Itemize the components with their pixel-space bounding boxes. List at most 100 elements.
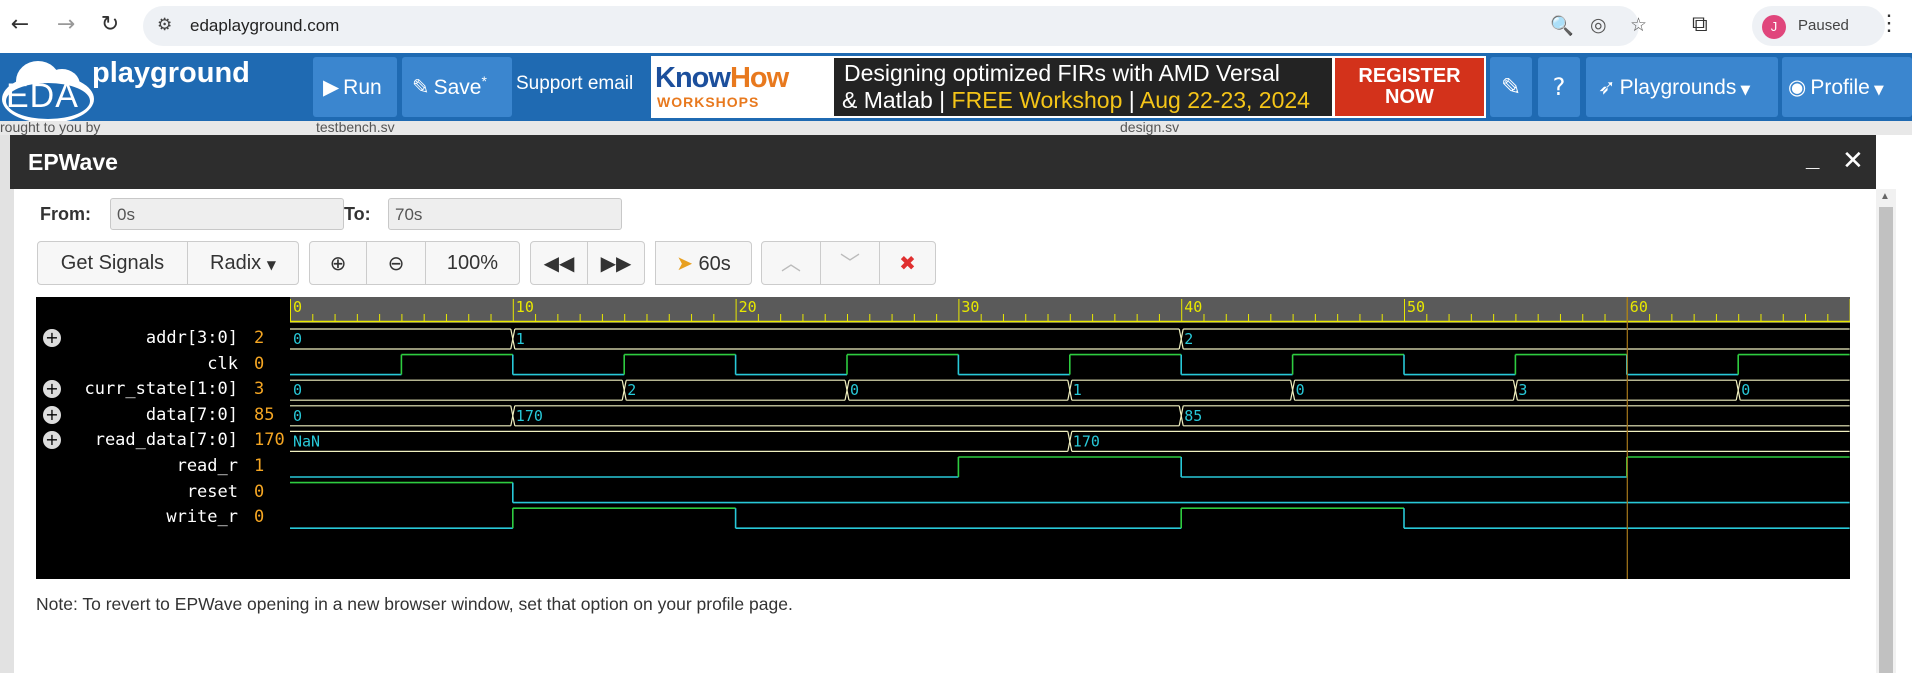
signal-row[interactable]: + data[7:0] 85 bbox=[36, 402, 290, 428]
close-icon[interactable]: ✕ bbox=[1842, 145, 1864, 176]
ruler-tick-label: 20 bbox=[739, 298, 757, 316]
back-icon[interactable]: ← bbox=[6, 10, 34, 40]
url-text[interactable]: edaplayground.com bbox=[190, 16, 339, 36]
expand-plus-icon[interactable]: + bbox=[43, 405, 61, 424]
run-button[interactable]: ▶ Run bbox=[313, 57, 397, 117]
run-label: Run bbox=[343, 76, 382, 99]
edit-icon[interactable]: ✎ bbox=[1490, 57, 1532, 117]
forward-icon: ▶▶ bbox=[600, 251, 632, 275]
signal-name[interactable]: write_r bbox=[166, 507, 238, 527]
signal-name[interactable]: curr_state[1:0] bbox=[84, 379, 238, 399]
signal-name[interactable]: clk bbox=[207, 354, 238, 374]
close-icon: ✖ bbox=[899, 251, 916, 275]
site-info-icon[interactable]: ⚙ bbox=[157, 15, 172, 35]
bus-value-label: 2 bbox=[627, 381, 636, 399]
reload-icon[interactable]: ↻ bbox=[96, 10, 124, 40]
signal-value: 85 bbox=[254, 404, 275, 425]
backward-icon: ◀◀ bbox=[543, 251, 575, 275]
help-icon[interactable]: ? bbox=[1538, 57, 1580, 117]
zoom-out-button[interactable]: ⊖ bbox=[366, 241, 426, 285]
bus-value-label: 170 bbox=[1073, 432, 1100, 450]
save-button[interactable]: ✎ Save* bbox=[402, 57, 512, 117]
rocket-icon: ➶ bbox=[1598, 75, 1616, 99]
banner-line2-d: Aug 22-23, 2024 bbox=[1139, 87, 1310, 113]
extensions-icon[interactable]: ⧉ bbox=[1692, 12, 1708, 37]
signal-row[interactable]: read_r 1 bbox=[36, 453, 290, 479]
bus-value-label: 1 bbox=[1073, 381, 1082, 399]
zoom-icon[interactable]: 🔍 bbox=[1550, 14, 1574, 37]
zoom-out-icon: ⊖ bbox=[387, 251, 405, 275]
expand-plus-icon[interactable]: + bbox=[43, 431, 61, 450]
bus-value-label: 0 bbox=[293, 407, 302, 425]
remove-signal-button[interactable]: ✖ bbox=[879, 241, 936, 285]
scrollbar[interactable]: ▲ bbox=[1876, 189, 1896, 673]
playgrounds-menu[interactable]: ➶ Playgrounds ▼ bbox=[1586, 57, 1778, 117]
signal-value: 0 bbox=[254, 481, 265, 502]
banner-line2-c: | bbox=[1122, 87, 1140, 113]
bus-value-label: 0 bbox=[293, 330, 302, 348]
prev-edge-button[interactable]: ◀◀ bbox=[530, 241, 588, 285]
banner-line1: Designing optimized FIRs with AMD Versal bbox=[844, 60, 1280, 86]
signal-row[interactable]: + curr_state[1:0] 3 bbox=[36, 376, 290, 402]
avatar: J bbox=[1762, 15, 1786, 39]
expand-plus-icon[interactable]: + bbox=[43, 329, 61, 347]
background-left-edge bbox=[0, 135, 14, 673]
eye-off-icon[interactable]: ◎ bbox=[1590, 14, 1607, 36]
radix-dropdown[interactable]: Radix ▼ bbox=[187, 241, 299, 285]
profile-chip[interactable]: J Paused bbox=[1752, 6, 1885, 46]
waveform-viewer[interactable]: + addr[3:0] 2 clk 0 + curr_state[1:0] 3 + data[7:… bbox=[36, 297, 1850, 579]
signal-row[interactable]: + read_data[7:0] 170 bbox=[36, 427, 290, 453]
next-edge-button[interactable]: ▶▶ bbox=[587, 241, 645, 285]
ruler-tick-label: 50 bbox=[1407, 298, 1425, 316]
profile-status: Paused bbox=[1798, 17, 1849, 34]
to-label: To: bbox=[344, 204, 371, 224]
bus-value-label: 2 bbox=[1184, 330, 1193, 348]
support-email-link[interactable]: Support email bbox=[516, 73, 648, 95]
forward-icon[interactable]: → bbox=[52, 10, 80, 40]
ad-banner[interactable]: KnowHow WORKSHOPS Designing optimized FI… bbox=[651, 56, 1486, 118]
to-input[interactable]: 70s bbox=[388, 198, 622, 230]
cursor-time-button[interactable]: ➤ 60s bbox=[655, 241, 752, 285]
bus-value-label: 170 bbox=[516, 407, 543, 425]
signal-name[interactable]: read_data[7:0] bbox=[95, 430, 238, 450]
signal-row[interactable]: + addr[3:0] 2 bbox=[36, 325, 290, 351]
ruler-tick-label: 60 bbox=[1630, 298, 1648, 316]
register-now-button[interactable]: REGISTER NOW bbox=[1335, 58, 1484, 116]
expand-plus-icon[interactable]: + bbox=[43, 380, 61, 399]
brand-know: Know bbox=[655, 62, 731, 94]
tab-design: design.sv bbox=[1120, 121, 1180, 135]
move-down-button[interactable]: ﹀ bbox=[820, 241, 880, 285]
waveform-canvas[interactable]: 0 10 20 30 40 50 600 1 20 2 0 1 0 3 00 170 85NaN 170 bbox=[290, 297, 1850, 579]
zoom-in-button[interactable]: ⊕ bbox=[309, 241, 367, 285]
signal-row[interactable]: reset 0 bbox=[36, 479, 290, 505]
scrollbar-thumb[interactable] bbox=[1879, 207, 1893, 673]
address-bar[interactable]: ⚙ edaplayground.com 🔍 ◎ ☆ bbox=[143, 6, 1647, 46]
signal-name[interactable]: data[7:0] bbox=[146, 405, 238, 425]
scroll-up-icon[interactable]: ▲ bbox=[1880, 191, 1890, 202]
from-input[interactable]: 0s bbox=[110, 198, 344, 230]
zoom-level-button[interactable]: 100% bbox=[425, 241, 520, 285]
banner-brand-sub: WORKSHOPS bbox=[657, 94, 760, 110]
signal-name[interactable]: addr[3:0] bbox=[146, 328, 238, 348]
star-icon[interactable]: ☆ bbox=[1630, 14, 1647, 36]
signal-value: 1 bbox=[254, 456, 265, 476]
minimize-icon[interactable]: _ bbox=[1806, 145, 1819, 173]
bus-value-label: 0 bbox=[1741, 381, 1750, 399]
save-label: Save bbox=[433, 76, 482, 99]
signal-row[interactable]: write_r 0 bbox=[36, 504, 290, 530]
profile-menu[interactable]: ◉ Profile ▼ bbox=[1782, 57, 1912, 117]
signal-row[interactable]: clk 0 bbox=[36, 351, 290, 377]
location-arrow-icon: ➤ bbox=[676, 251, 693, 275]
zoom-in-icon: ⊕ bbox=[329, 251, 347, 275]
ruler-tick-label: 40 bbox=[1184, 298, 1202, 316]
logo-playground[interactable]: playground bbox=[92, 57, 250, 90]
bus-value-label: 0 bbox=[293, 381, 302, 399]
signal-name[interactable]: read_r bbox=[177, 456, 238, 476]
signal-name[interactable]: reset bbox=[187, 482, 238, 502]
note-text: Note: To revert to EPWave opening in a n… bbox=[36, 594, 793, 614]
chevron-down-icon: ﹀ bbox=[840, 251, 860, 275]
get-signals-button[interactable]: Get Signals bbox=[37, 241, 188, 285]
menu-icon[interactable]: ⋮ bbox=[1878, 10, 1900, 36]
logo-eda[interactable]: EDA bbox=[6, 77, 79, 116]
move-up-button[interactable]: ︿ bbox=[761, 241, 821, 285]
